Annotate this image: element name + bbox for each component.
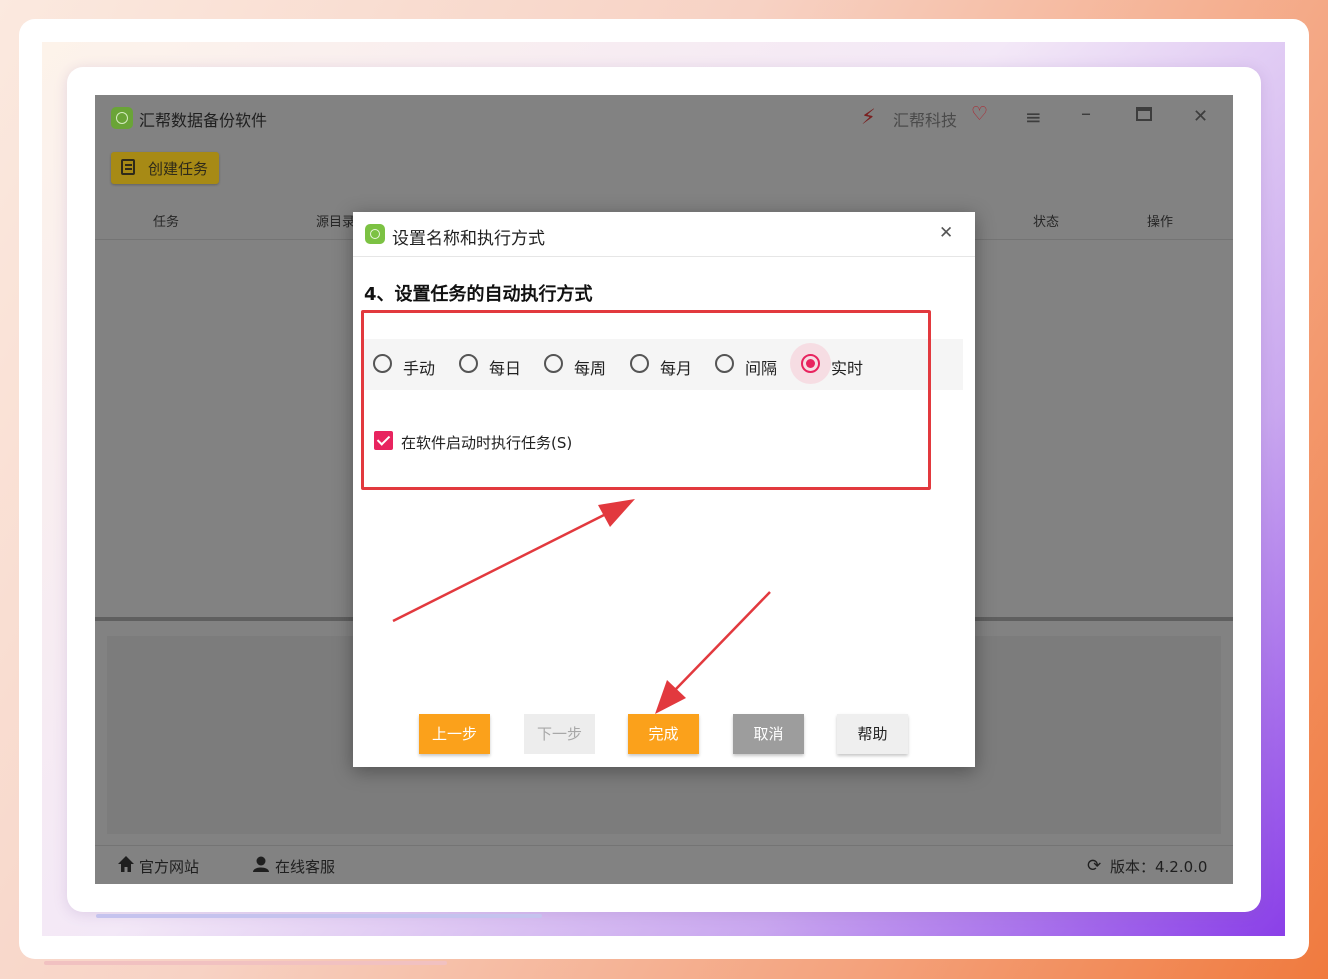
- menu-icon[interactable]: ≡: [1025, 105, 1042, 129]
- next-step-button[interactable]: 下一步: [524, 714, 595, 754]
- column-header-task[interactable]: 任务: [153, 211, 179, 230]
- heart-icon[interactable]: ♡: [971, 103, 988, 125]
- app-title: 汇帮数据备份软件: [139, 111, 268, 130]
- refresh-icon[interactable]: ⟳: [1087, 856, 1101, 876]
- task-list-icon: [121, 159, 135, 175]
- decorative-line: [96, 914, 542, 918]
- step-heading: 4、设置任务的自动执行方式: [364, 284, 593, 305]
- dialog-title-separator: [353, 256, 975, 257]
- column-header-action[interactable]: 操作: [1147, 211, 1173, 230]
- brand-name: 汇帮科技: [893, 111, 958, 130]
- cancel-button[interactable]: 取消: [733, 714, 804, 754]
- maximize-icon[interactable]: [1136, 107, 1152, 121]
- online-support-link[interactable]: 在线客服: [275, 856, 335, 877]
- close-icon[interactable]: ✕: [1193, 106, 1208, 127]
- column-header-status[interactable]: 状态: [1033, 211, 1059, 230]
- dialog-close-icon[interactable]: ✕: [939, 223, 953, 243]
- version-label: 版本：4.2.0.0: [1110, 858, 1208, 876]
- create-task-button[interactable]: 创建任务: [111, 152, 219, 184]
- dialog-logo-icon: [365, 224, 385, 244]
- official-website-link[interactable]: 官方网站: [139, 856, 199, 877]
- customer-service-icon: [253, 856, 269, 872]
- finish-button[interactable]: 完成: [628, 714, 699, 754]
- app-logo-icon: [111, 107, 133, 129]
- status-bar: 官方网站 在线客服 ⟳ 版本：4.2.0.0: [95, 845, 1233, 884]
- annotation-highlight-box: [361, 310, 931, 490]
- help-button[interactable]: 帮助: [837, 714, 908, 754]
- home-icon: [118, 856, 134, 872]
- brand-logo-icon: ⚡: [861, 105, 876, 129]
- minimize-icon[interactable]: –: [1081, 101, 1091, 125]
- column-header-source[interactable]: 源目录: [316, 211, 355, 230]
- task-settings-dialog: 设置名称和执行方式 ✕ 4、设置任务的自动执行方式 手动 每日 每周 每月 间隔…: [353, 212, 975, 767]
- create-task-label: 创建任务: [148, 160, 209, 178]
- previous-step-button[interactable]: 上一步: [419, 714, 490, 754]
- dialog-title: 设置名称和执行方式: [392, 229, 545, 249]
- title-bar: 汇帮数据备份软件 ⚡ 汇帮科技 ♡ ≡ – ✕: [95, 95, 1233, 141]
- decorative-line: [44, 961, 447, 965]
